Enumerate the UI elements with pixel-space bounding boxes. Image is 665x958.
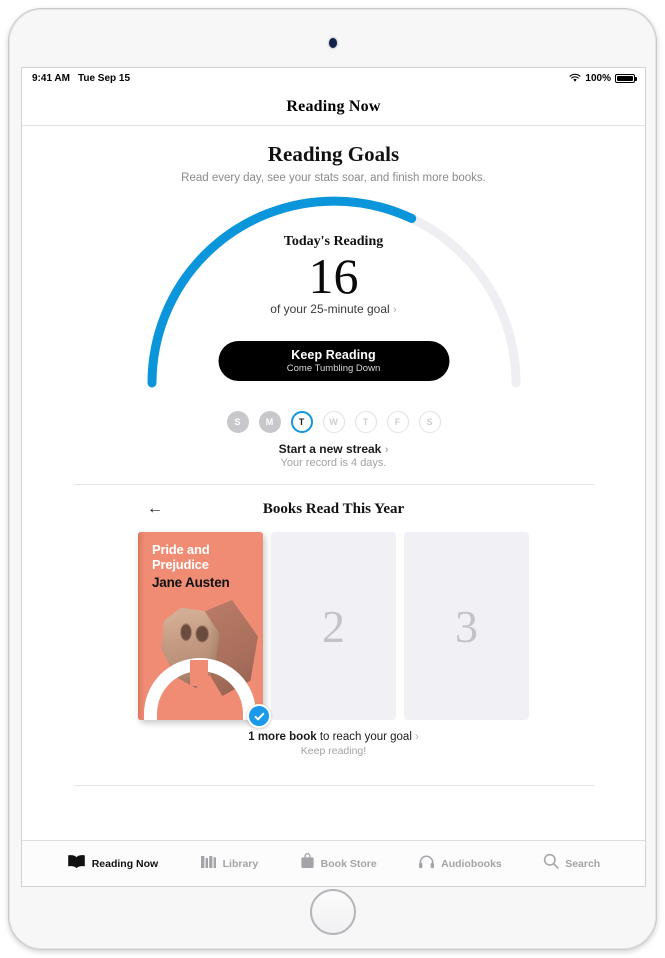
reading-goals-header: Reading Goals Read every day, see your s… [22,126,645,184]
tab-search[interactable]: Search [543,853,600,874]
tab-label: Book Store [320,857,377,870]
gauge-center-readout: Today's Reading 16 of your 25-minute goa… [134,234,534,316]
day-circle-friday[interactable]: F [386,411,409,433]
status-date: Tue Sep 15 [77,72,131,84]
status-bar-right: 100% [569,72,637,84]
book-cover-illustration [138,594,263,720]
section-divider [73,484,594,485]
book-cover-artwork: Pride and Prejudice Jane Austen [138,532,263,720]
day-letter: F [394,417,401,427]
book-completed-checkmark-icon [247,704,271,728]
book-title-line1: Pride and [152,542,210,557]
book-cover-pride-and-prejudice[interactable]: Pride and Prejudice Jane Austen [138,532,271,728]
ipad-device-frame: 9:41 AM Tue Sep 15 100% Reading Now Read… [8,8,657,950]
day-circle-thursday[interactable]: T [354,411,377,433]
day-letter: S [426,417,433,427]
books-remaining-count: 1 more book [248,731,317,743]
wifi-icon [569,73,581,83]
minutes-read-value: 16 [308,248,359,304]
day-circle-sunday[interactable]: S [226,411,249,433]
books-goal-link[interactable]: 1 more book to reach your goal › [22,731,645,743]
page-title: Reading Now [286,97,381,115]
book-author: Jane Austen [152,575,230,590]
headphones-icon [418,854,435,874]
tab-library[interactable]: Library [200,854,259,874]
shopping-bag-icon [300,853,315,874]
tab-label: Reading Now [91,857,159,870]
week-streak-row: S M T W T F S [22,411,645,433]
day-circle-saturday[interactable]: S [418,411,441,433]
main-content: Reading Goals Read every day, see your s… [22,126,645,840]
day-letter: T [298,417,305,427]
reading-progress-gauge[interactable]: Today's Reading 16 of your 25-minute goa… [134,190,534,405]
start-new-streak-link[interactable]: Start a new streak › [22,442,645,456]
books-row: Pride and Prejudice Jane Austen 2 3 [22,532,645,728]
tab-label: Search [565,857,601,870]
tab-book-store[interactable]: Book Store [300,853,377,874]
nav-bar: Reading Now [22,88,645,126]
open-book-icon [67,854,86,874]
empty-book-slot-3[interactable]: 3 [404,532,529,720]
keep-reading-button[interactable]: Keep Reading Come Tumbling Down [218,341,449,381]
books-goal-text: to reach your goal [316,731,412,743]
day-circle-tuesday-today[interactable]: T [290,411,313,433]
tab-audiobooks[interactable]: Audiobooks [418,854,502,874]
tab-bar: Reading Now Library Book Store Audiobook… [22,840,645,886]
day-letter: S [234,417,241,427]
bottom-divider [73,785,594,786]
chevron-right-icon: › [415,731,419,743]
reading-goals-title: Reading Goals [267,142,400,166]
battery-icon [615,73,637,83]
books-shelf-icon [200,854,217,874]
keep-reading-label: Keep Reading [291,348,376,362]
status-time: 9:41 AM [32,72,70,84]
day-circle-wednesday[interactable]: W [322,411,345,433]
empty-book-slot-2[interactable]: 2 [271,532,396,720]
goal-text: of your 25-minute goal [270,302,390,316]
day-circle-monday[interactable]: M [258,411,281,433]
chevron-right-icon: › [393,304,397,316]
front-camera-icon [328,38,337,48]
reading-goals-subtitle: Read every day, see your stats soar, and… [181,172,486,184]
books-read-title: Books Read This Year [262,500,405,517]
search-icon [543,853,559,874]
status-bar-left: 9:41 AM Tue Sep 15 [32,73,130,84]
tab-label: Library [222,857,259,870]
tab-reading-now[interactable]: Reading Now [67,854,159,874]
empty-slot-number: 2 [322,600,345,652]
book-cover-text: Pride and Prejudice Jane Austen [152,542,255,590]
books-read-header: ← Books Read This Year [22,498,645,520]
start-new-streak-label: Start a new streak [278,442,382,456]
chevron-right-icon: › [384,444,389,456]
tab-label: Audiobooks [441,857,502,870]
books-goal-subtext: Keep reading! [300,745,367,757]
portrait-collar-gap [190,660,208,686]
keep-reading-book-title: Come Tumbling Down [286,363,381,374]
battery-percent-label: 100% [585,72,611,84]
screen: 9:41 AM Tue Sep 15 100% Reading Now Read… [21,67,646,887]
status-bar: 9:41 AM Tue Sep 15 100% [22,68,645,88]
empty-slot-number: 3 [455,600,478,652]
day-letter: W [329,417,338,427]
back-arrow-icon[interactable]: ← [147,501,163,517]
streak-info: Start a new streak › Your record is 4 da… [22,442,645,469]
day-letter: T [362,417,369,427]
streak-record-label: Your record is 4 days. [280,457,387,469]
goal-link[interactable]: of your 25-minute goal › [134,302,534,316]
home-button[interactable] [309,889,356,935]
book-title-line2: Prejudice [152,557,209,572]
day-letter: M [265,417,274,427]
books-goal-footer: 1 more book to reach your goal › Keep re… [22,731,645,757]
